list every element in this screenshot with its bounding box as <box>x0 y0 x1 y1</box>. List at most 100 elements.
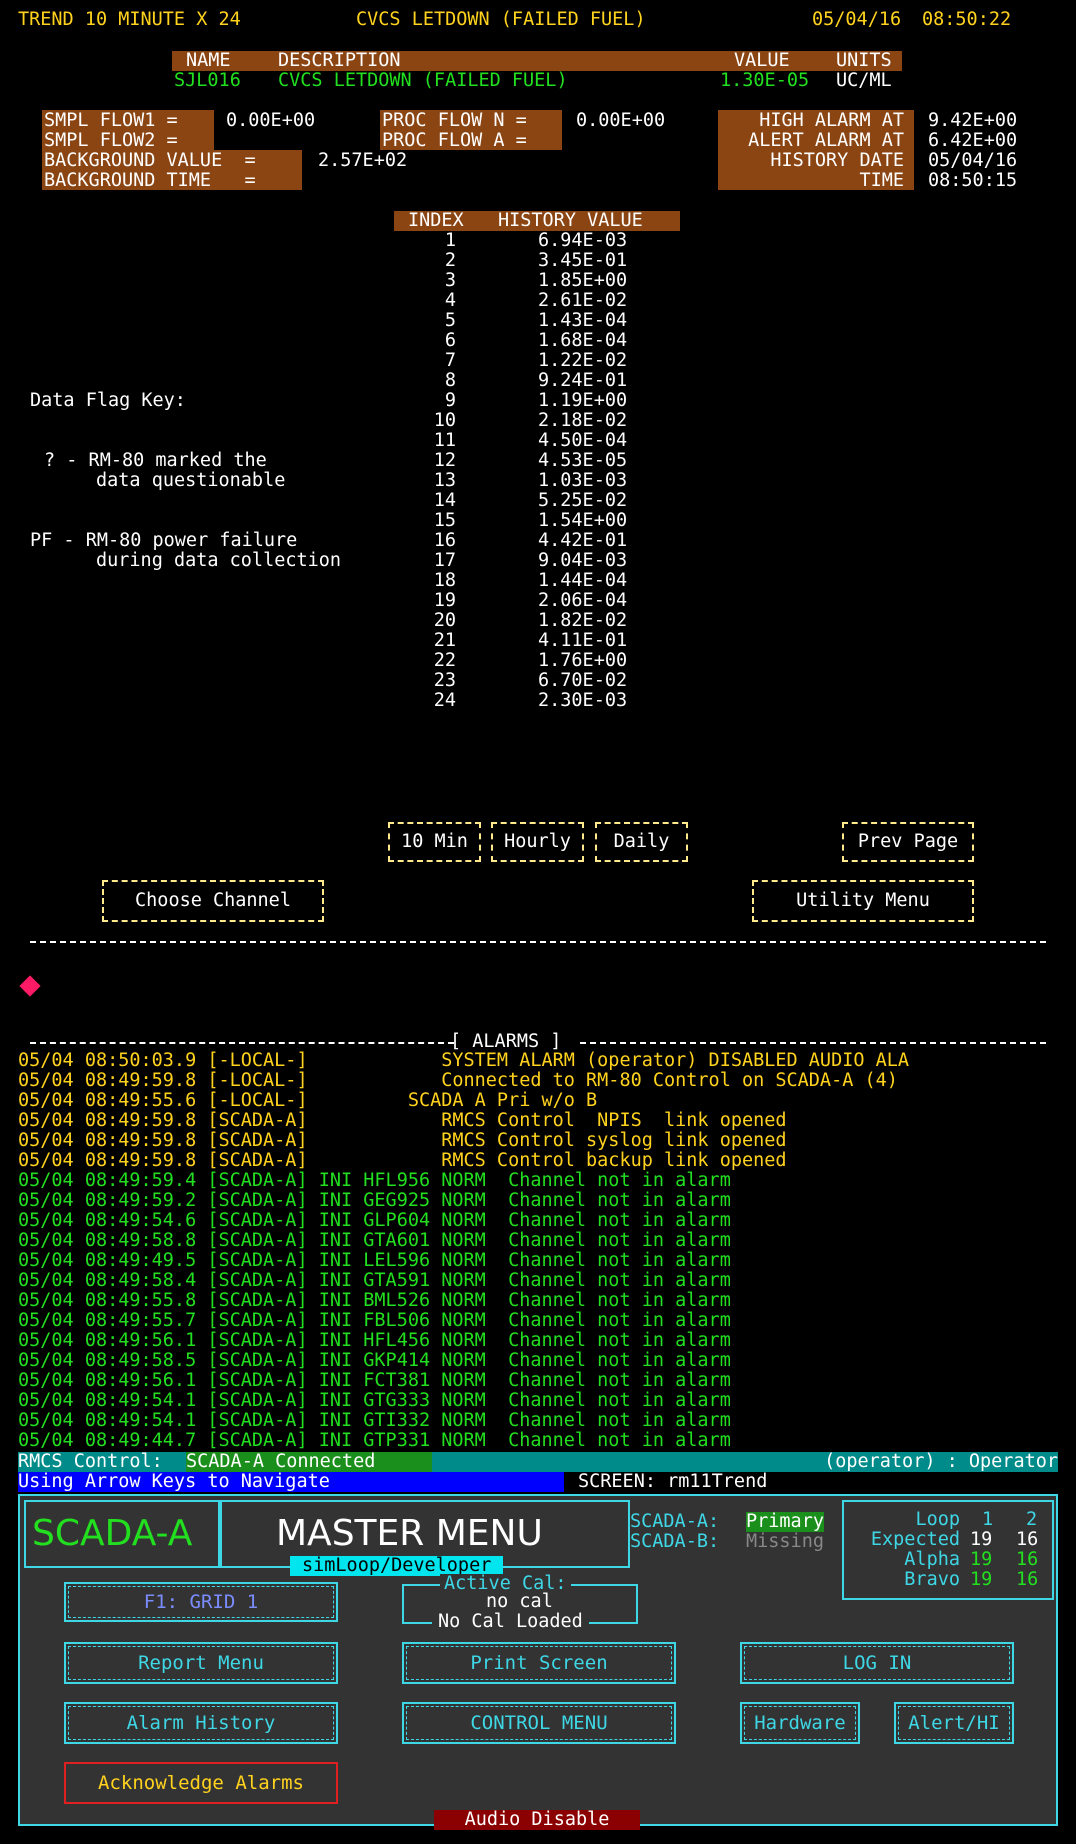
expected2: 16 <box>1016 1529 1039 1550</box>
history-value: 6.94E-03 <box>538 230 628 251</box>
audio-disable-indicator[interactable]: Audio Disable <box>434 1810 640 1830</box>
background-value: 2.57E+02 <box>318 150 408 171</box>
alarm-row[interactable]: 05/04 08:49:59.4 [SCADA-A] INI HFL956 NO… <box>18 1171 731 1191</box>
history-value: 9.24E-01 <box>538 370 628 391</box>
history-value: 9.04E-03 <box>538 550 628 571</box>
alarm-row[interactable]: 05/04 08:49:58.8 [SCADA-A] INI GTA601 NO… <box>18 1231 731 1251</box>
scada-a-value: Primary <box>746 1511 824 1532</box>
history-index: 2 <box>444 250 456 271</box>
nav-hint: Using Arrow Keys to Navigate <box>18 1472 564 1492</box>
header-date: 05/04/16 <box>812 9 902 30</box>
history-index: 18 <box>433 570 456 591</box>
alarm-row[interactable]: 05/04 08:49:44.7 [SCADA-A] INI GTP331 NO… <box>18 1431 731 1451</box>
history-date-label: HISTORY DATE <box>770 150 904 171</box>
report-menu-button[interactable]: Report Menu <box>64 1642 338 1684</box>
acknowledge-alarms-button[interactable]: Acknowledge Alarms <box>64 1762 338 1804</box>
alarm-row[interactable]: 05/04 08:49:58.5 [SCADA-A] INI GKP414 NO… <box>18 1351 731 1371</box>
hourly-button[interactable]: Hourly <box>491 822 584 862</box>
history-value: 1.22E-02 <box>538 350 628 371</box>
history-index: 5 <box>444 310 456 331</box>
col-index: INDEX <box>408 210 464 231</box>
system-name: SCADA-A <box>32 1513 193 1554</box>
proc-flow-a-label: PROC FLOW A = <box>382 130 527 151</box>
history-value: 4.11E-01 <box>538 630 628 651</box>
alarms-title: [ ALARMS ] <box>450 1031 562 1052</box>
channel-name: SJL016 <box>174 70 241 91</box>
prev-page-button[interactable]: Prev Page <box>842 822 974 862</box>
alarm-row[interactable]: 05/04 08:49:54.1 [SCADA-A] INI GTI332 NO… <box>18 1411 731 1431</box>
alarm-row[interactable]: 05/04 08:49:56.1 [SCADA-A] INI FCT381 NO… <box>18 1371 731 1391</box>
daily-button[interactable]: Daily <box>595 822 688 862</box>
history-value: 4.53E-05 <box>538 450 628 471</box>
scada-b-label: SCADA-B: <box>630 1531 720 1552</box>
screen-name: SCREEN: rm11Trend <box>578 1471 768 1492</box>
history-index: 17 <box>433 550 456 571</box>
choose-channel-button[interactable]: Choose Channel <box>102 880 324 922</box>
alarm-row[interactable]: 05/04 08:49:59.8 [SCADA-A] RMCS Control … <box>18 1151 787 1171</box>
history-index: 7 <box>444 350 456 371</box>
hardware-button[interactable]: Hardware <box>740 1702 860 1744</box>
alarm-row[interactable]: 05/04 08:49:59.2 [SCADA-A] INI GEG925 NO… <box>18 1191 731 1211</box>
history-index: 9 <box>444 390 456 411</box>
history-index: 21 <box>433 630 456 651</box>
alarm-row[interactable]: 05/04 08:49:59.8 [SCADA-A] RMCS Control … <box>18 1111 787 1131</box>
history-index: 1 <box>444 230 456 251</box>
control-menu-button[interactable]: CONTROL MENU <box>402 1702 676 1744</box>
no-cal-loaded: No Cal Loaded <box>432 1612 589 1632</box>
alarm-row[interactable]: 05/04 08:49:56.1 [SCADA-A] INI HFL456 NO… <box>18 1331 731 1351</box>
scada-b-value: Missing <box>746 1531 824 1552</box>
rmcs-value: SCADA-A Connected <box>186 1452 432 1472</box>
history-index: 13 <box>433 470 456 491</box>
history-index: 24 <box>433 690 456 711</box>
history-value: 4.42E-01 <box>538 530 628 551</box>
flag-key-q-line1: ? - RM-80 marked the <box>44 450 267 471</box>
alarm-row[interactable]: 05/04 08:49:55.6 [-LOCAL-] SCADA A Pri w… <box>18 1091 597 1111</box>
alarm-row[interactable]: 05/04 08:49:49.5 [SCADA-A] INI LEL596 NO… <box>18 1251 731 1271</box>
col-value: VALUE <box>734 50 790 71</box>
f1-grid-button[interactable]: F1: GRID 1 <box>64 1582 338 1622</box>
history-value: 1.03E-03 <box>538 470 628 491</box>
alarm-row[interactable]: 05/04 08:49:55.8 [SCADA-A] INI BML526 NO… <box>18 1291 731 1311</box>
alarm-row[interactable]: 05/04 08:49:59.8 [SCADA-A] RMCS Control … <box>18 1131 787 1151</box>
log-in-button[interactable]: LOG IN <box>740 1642 1014 1684</box>
history-value: 4.50E-04 <box>538 430 628 451</box>
flag-key-pf-line1: PF - RM-80 power failure <box>30 530 298 551</box>
history-index: 11 <box>433 430 456 451</box>
history-value: 1.54E+00 <box>538 510 628 531</box>
alpha1: 19 <box>970 1549 993 1570</box>
alert-alarm-label: ALERT ALARM AT <box>748 130 904 151</box>
channel-description: CVCS LETDOWN (FAILED FUEL) <box>278 70 568 91</box>
alarm-row[interactable]: 05/04 08:49:58.4 [SCADA-A] INI GTA591 NO… <box>18 1271 731 1291</box>
history-index: 15 <box>433 510 456 531</box>
col-description: DESCRIPTION <box>278 50 401 71</box>
alarm-history-button[interactable]: Alarm History <box>64 1702 338 1744</box>
history-index: 23 <box>433 670 456 691</box>
utility-menu-button[interactable]: Utility Menu <box>752 880 974 922</box>
alert-hi-button[interactable]: Alert/HI <box>894 1702 1014 1744</box>
ten-min-button[interactable]: 10 Min <box>388 822 481 862</box>
history-index: 22 <box>433 650 456 671</box>
loop1: 1 <box>982 1509 994 1530</box>
alarm-row[interactable]: 05/04 08:49:54.6 [SCADA-A] INI GLP604 NO… <box>18 1211 731 1231</box>
bravo2: 16 <box>1016 1569 1039 1590</box>
rmcs-label: RMCS Control: <box>18 1451 163 1472</box>
alarm-row[interactable]: 05/04 08:49:55.7 [SCADA-A] INI FBL506 NO… <box>18 1311 731 1331</box>
flag-key-pf-line2: during data collection <box>96 550 342 571</box>
history-index: 3 <box>444 270 456 291</box>
alarm-row[interactable]: 05/04 08:50:03.9 [-LOCAL-] SYSTEM ALARM … <box>18 1051 909 1071</box>
alarm-row[interactable]: 05/04 08:49:54.1 [SCADA-A] INI GTG333 NO… <box>18 1391 731 1411</box>
master-menu-title: MASTER MENU <box>276 1513 543 1554</box>
history-index: 14 <box>433 490 456 511</box>
col-history-value: HISTORY VALUE <box>498 210 643 231</box>
screen-title: TREND 10 MINUTE X 24 <box>18 9 241 30</box>
history-value: 2.18E-02 <box>538 410 628 431</box>
print-screen-button[interactable]: Print Screen <box>402 1642 676 1684</box>
history-time-label: TIME <box>859 170 904 191</box>
flag-key-title: Data Flag Key: <box>30 390 186 411</box>
alarm-row[interactable]: 05/04 08:49:59.8 [-LOCAL-] Connected to … <box>18 1071 898 1091</box>
master-menu-panel: SCADA-A MASTER MENU simLoop/Developer SC… <box>18 1494 1058 1830</box>
background-value-label: BACKGROUND VALUE = <box>44 150 256 171</box>
history-value: 6.70E-02 <box>538 670 628 691</box>
smpl-flow2-label: SMPL FLOW2 = <box>44 130 178 151</box>
high-alarm-label: HIGH ALARM AT <box>759 110 904 131</box>
